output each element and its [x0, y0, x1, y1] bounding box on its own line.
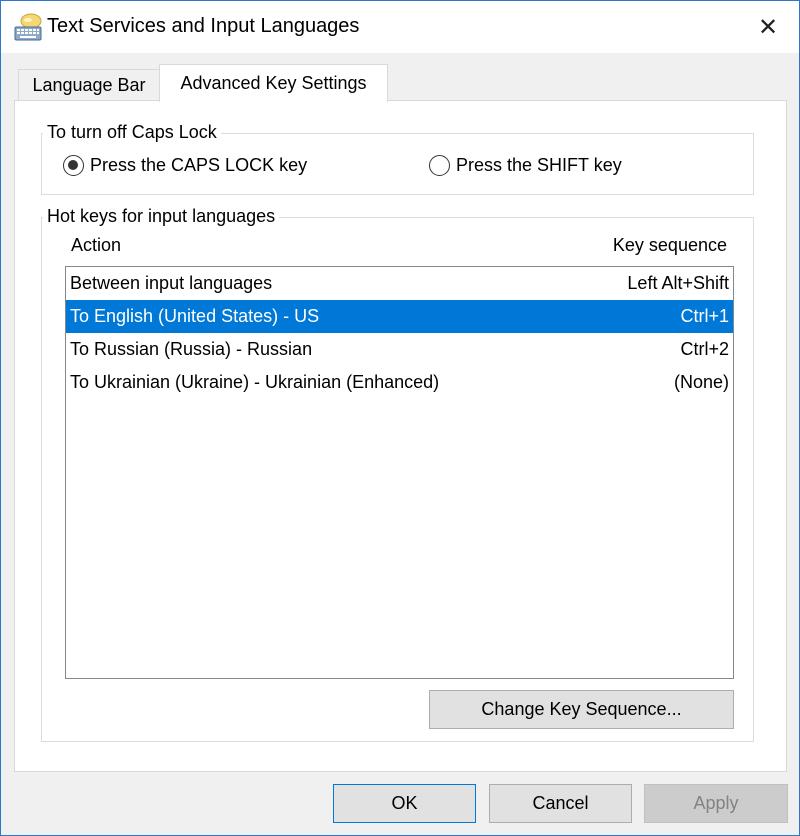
list-item-key: Ctrl+1	[680, 306, 729, 326]
list-item-selected[interactable]: To English (United States) - US Ctrl+1	[66, 300, 733, 333]
list-item-action: Between input languages	[70, 273, 273, 293]
dialog-window: Text Services and Input Languages ✕ Lang…	[0, 0, 800, 836]
tab-label: Language Bar	[32, 74, 146, 95]
list-item-key: Left Alt+Shift	[627, 273, 729, 293]
list-item[interactable]: To Ukrainian (Ukraine) - Ukrainian (Enha…	[66, 366, 733, 399]
keyboard-language-icon	[14, 13, 42, 41]
caps-lock-legend: To turn off Caps Lock	[43, 122, 221, 143]
apply-button[interactable]: Apply	[644, 784, 788, 823]
list-item[interactable]: Between input languages Left Alt+Shift	[66, 267, 733, 300]
hotkeys-list[interactable]: Between input languages Left Alt+Shift T…	[65, 266, 734, 679]
radio-label: Press the CAPS LOCK key	[90, 155, 308, 175]
radio-button-unchecked[interactable]	[429, 155, 450, 176]
ok-button[interactable]: OK	[333, 784, 476, 823]
close-icon: ✕	[757, 13, 779, 41]
hotkeys-legend: Hot keys for input languages	[43, 206, 280, 227]
column-header-key-sequence: Key sequence	[612, 235, 727, 255]
change-key-sequence-button[interactable]: Change Key Sequence...	[429, 690, 734, 729]
cancel-button[interactable]: Cancel	[489, 784, 632, 823]
list-item[interactable]: To Russian (Russia) - Russian Ctrl+2	[66, 333, 733, 366]
list-item-action: To Russian (Russia) - Russian	[70, 339, 313, 359]
list-item-key: (None)	[673, 372, 729, 392]
list-item-action: To Ukrainian (Ukraine) - Ukrainian (Enha…	[70, 372, 440, 392]
radio-button-checked[interactable]	[63, 155, 84, 176]
radio-caps-lock-key[interactable]: Press the CAPS LOCK key	[63, 155, 307, 176]
title-bar[interactable]: Text Services and Input Languages ✕	[1, 1, 799, 53]
radio-shift-key[interactable]: Press the SHIFT key	[429, 155, 622, 176]
close-button[interactable]: ✕	[737, 1, 799, 53]
tab-language-bar[interactable]: Language Bar	[18, 69, 160, 100]
list-item-key: Ctrl+2	[680, 339, 729, 359]
radio-label: Press the SHIFT key	[456, 155, 622, 175]
column-header-action: Action	[71, 235, 122, 255]
window-title: Text Services and Input Languages	[47, 15, 360, 37]
tab-label: Advanced Key Settings	[180, 73, 367, 93]
tab-advanced-key-settings[interactable]: Advanced Key Settings	[159, 64, 388, 102]
list-item-action: To English (United States) - US	[70, 306, 320, 326]
